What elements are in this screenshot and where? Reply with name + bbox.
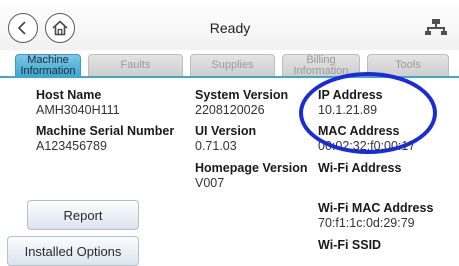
wifi-address-field: Wi-Fi Address (318, 161, 402, 175)
wifi-ssid-field: Wi-Fi SSID (318, 238, 382, 252)
wifi-mac-address-field: Wi-Fi MAC Address 70:f1:1c:0d:29:79 (318, 201, 434, 230)
machine-serial-field: Machine Serial Number A123456789 (36, 124, 175, 153)
ui-version-field: UI Version 0.71.03 (195, 124, 257, 153)
network-icon[interactable] (425, 19, 447, 35)
tab-bar: Machine Information Faults Supplies Bill… (0, 50, 459, 76)
system-version-field: System Version 2208120026 (195, 88, 289, 117)
tab-machine-information[interactable]: Machine Information (15, 54, 81, 76)
back-button[interactable] (8, 13, 38, 43)
homepage-version-field: Homepage Version V007 (195, 161, 308, 190)
host-name-field: Host Name AMH3040H111 (36, 88, 120, 117)
ip-address-highlight-circle (299, 72, 437, 154)
installed-options-button[interactable]: Installed Options (7, 236, 139, 266)
status-title: Ready (209, 20, 251, 36)
tab-supplies[interactable]: Supplies (190, 54, 275, 76)
back-arrow-icon (17, 21, 26, 35)
home-icon (52, 20, 68, 36)
home-button[interactable] (45, 13, 75, 43)
tab-faults[interactable]: Faults (88, 54, 183, 76)
top-bar: Ready (0, 0, 459, 50)
report-button[interactable]: Report (27, 200, 139, 230)
